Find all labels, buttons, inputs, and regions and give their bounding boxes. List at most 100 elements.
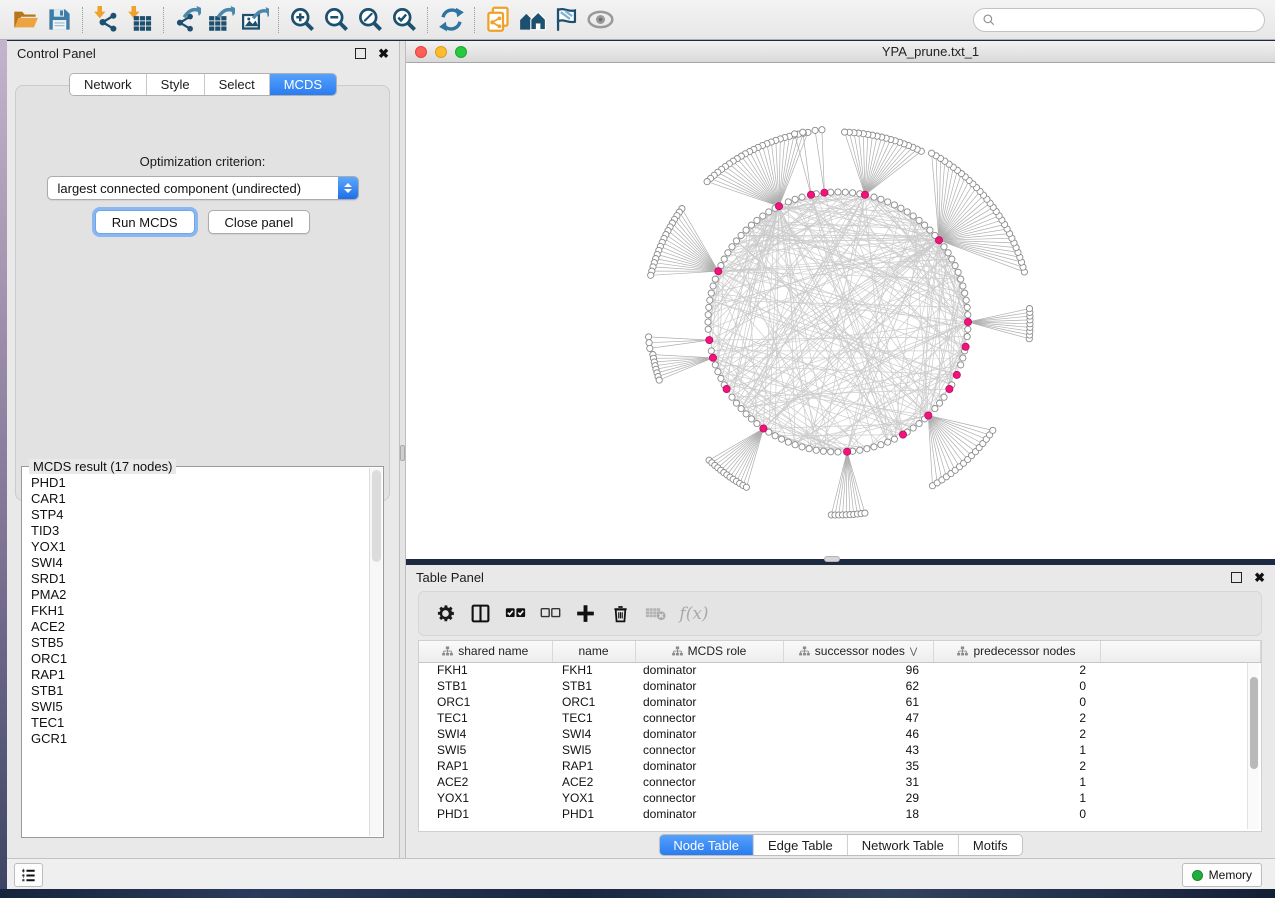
task-list-icon	[20, 868, 37, 883]
mcds-result-list[interactable]: PHD1CAR1STP4TID3YOX1SWI4SRD1PMA2FKH1ACE2…	[23, 468, 369, 836]
tab-style[interactable]: Style	[147, 74, 205, 95]
network-graph	[406, 63, 1275, 559]
refresh-button[interactable]	[434, 4, 468, 36]
mcds-node-item[interactable]: STB1	[31, 683, 369, 699]
table-row[interactable]: ORC1ORC1dominator610	[419, 694, 1261, 710]
hide-panels-button[interactable]	[549, 4, 583, 36]
duplicate-network-button[interactable]	[481, 4, 515, 36]
run-mcds-button[interactable]: Run MCDS	[95, 210, 195, 234]
mcds-node-item[interactable]: ACE2	[31, 619, 369, 635]
table-scrollbar[interactable]	[1247, 663, 1259, 829]
float-table-panel-icon[interactable]	[1231, 572, 1242, 583]
tab-select[interactable]: Select	[205, 74, 270, 95]
memory-button[interactable]: Memory	[1182, 863, 1262, 887]
mcds-node-item[interactable]: SWI5	[31, 699, 369, 715]
open-file-button[interactable]	[8, 4, 42, 36]
export-network-button[interactable]	[170, 4, 204, 36]
zoom-in-button[interactable]	[285, 4, 319, 36]
table-row[interactable]: YOX1YOX1connector291	[419, 790, 1261, 806]
tab-network[interactable]: Network	[70, 74, 147, 95]
mcds-node-item[interactable]: TID3	[31, 523, 369, 539]
float-panel-icon[interactable]	[355, 48, 366, 59]
select-all-rows-icon	[505, 603, 526, 624]
delete-table-icon	[645, 603, 666, 624]
refresh-icon	[438, 6, 465, 33]
mcds-node-item[interactable]: SWI4	[31, 555, 369, 571]
search-field[interactable]	[1001, 13, 1256, 27]
table-row[interactable]: SWI4SWI4dominator462	[419, 726, 1261, 742]
mcds-node-item[interactable]: FKH1	[31, 603, 369, 619]
zoom-fit-button[interactable]	[353, 4, 387, 36]
column-header-shared-name[interactable]: shared name	[419, 641, 552, 662]
mcds-node-item[interactable]: SRD1	[31, 571, 369, 587]
close-table-panel-icon[interactable]: ✖	[1254, 571, 1265, 584]
delete-column-button[interactable]	[607, 600, 633, 628]
mcds-node-item[interactable]: YOX1	[31, 539, 369, 555]
tab-mcds[interactable]: MCDS	[270, 74, 336, 95]
show-columns-button[interactable]	[467, 600, 493, 628]
column-header-name[interactable]: name	[552, 641, 635, 662]
mcds-node-item[interactable]: PHD1	[31, 475, 369, 491]
save-session-button[interactable]	[42, 4, 76, 36]
network-home-button[interactable]	[515, 4, 549, 36]
control-panel-tabs: NetworkStyleSelectMCDS	[69, 73, 337, 96]
show-graphics-icon	[587, 6, 614, 33]
mcds-list-scrollbar[interactable]	[369, 468, 382, 836]
tab-edge-table[interactable]: Edge Table	[754, 835, 848, 855]
tab-node-table[interactable]: Node Table	[659, 835, 754, 855]
import-table-button[interactable]	[123, 4, 157, 36]
mcds-node-item[interactable]: CAR1	[31, 491, 369, 507]
search-input[interactable]	[973, 8, 1265, 32]
table-row[interactable]: FKH1FKH1dominator962	[419, 662, 1261, 678]
mcds-node-item[interactable]: STP4	[31, 507, 369, 523]
mcds-tab-panel: Optimization criterion: largest connecte…	[15, 85, 390, 501]
toolbar-separator	[82, 7, 83, 33]
zoom-out-button[interactable]	[319, 4, 353, 36]
zoom-selected-button[interactable]	[387, 4, 421, 36]
criterion-dropdown-value: largest connected component (undirected)	[48, 181, 338, 196]
table-row[interactable]: SWI5SWI5connector431	[419, 742, 1261, 758]
column-header-predecessor-nodes[interactable]: predecessor nodes	[933, 641, 1100, 662]
close-panel-button[interactable]: Close panel	[208, 210, 311, 234]
export-table-button[interactable]	[204, 4, 238, 36]
show-graphics-button[interactable]	[583, 4, 617, 36]
function-builder-icon: f(x)	[679, 604, 708, 624]
network-canvas[interactable]	[406, 63, 1275, 559]
add-column-icon	[575, 603, 596, 624]
control-panel-titlebar: Control Panel ✖	[7, 41, 399, 65]
dropdown-stepper-icon	[338, 177, 358, 199]
toolbar-separator	[474, 7, 475, 33]
horizontal-splitter[interactable]	[824, 556, 840, 562]
column-header-successor-nodes[interactable]: successor nodes⋁	[783, 641, 933, 662]
mcds-node-item[interactable]: GCR1	[31, 731, 369, 747]
mcds-node-item[interactable]: PMA2	[31, 587, 369, 603]
export-image-icon	[242, 6, 269, 33]
table-row[interactable]: TEC1TEC1connector472	[419, 710, 1261, 726]
mcds-node-item[interactable]: STB5	[31, 635, 369, 651]
table-row[interactable]: ACE2ACE2connector311	[419, 774, 1261, 790]
network-window-titlebar: YPA_prune.txt_1	[406, 41, 1275, 63]
import-network-icon	[93, 6, 120, 33]
table-options-gear-button[interactable]	[432, 600, 458, 628]
hide-panels-icon	[553, 6, 580, 33]
close-panel-icon[interactable]: ✖	[378, 47, 389, 60]
table-row[interactable]: PHD1PHD1dominator180	[419, 806, 1261, 822]
import-network-button[interactable]	[89, 4, 123, 36]
task-history-button[interactable]	[14, 863, 43, 887]
mcds-node-item[interactable]: TEC1	[31, 715, 369, 731]
export-image-button[interactable]	[238, 4, 272, 36]
table-row[interactable]: RAP1RAP1dominator352	[419, 758, 1261, 774]
tab-network-table[interactable]: Network Table	[848, 835, 959, 855]
attribute-type-icon	[799, 646, 810, 657]
column-header-MCDS-role[interactable]: MCDS role	[635, 641, 783, 662]
select-all-rows-button[interactable]	[502, 600, 528, 628]
mcds-node-item[interactable]: RAP1	[31, 667, 369, 683]
add-column-button[interactable]	[572, 600, 598, 628]
mcds-node-item[interactable]: ORC1	[31, 651, 369, 667]
table-row[interactable]: STB1STB1dominator620	[419, 678, 1261, 694]
tab-motifs[interactable]: Motifs	[959, 835, 1022, 855]
criterion-dropdown[interactable]: largest connected component (undirected)	[47, 176, 359, 200]
deselect-all-rows-button[interactable]	[537, 600, 563, 628]
table-options-gear-icon	[435, 603, 456, 624]
optimization-criterion-label: Optimization criterion:	[16, 154, 389, 169]
